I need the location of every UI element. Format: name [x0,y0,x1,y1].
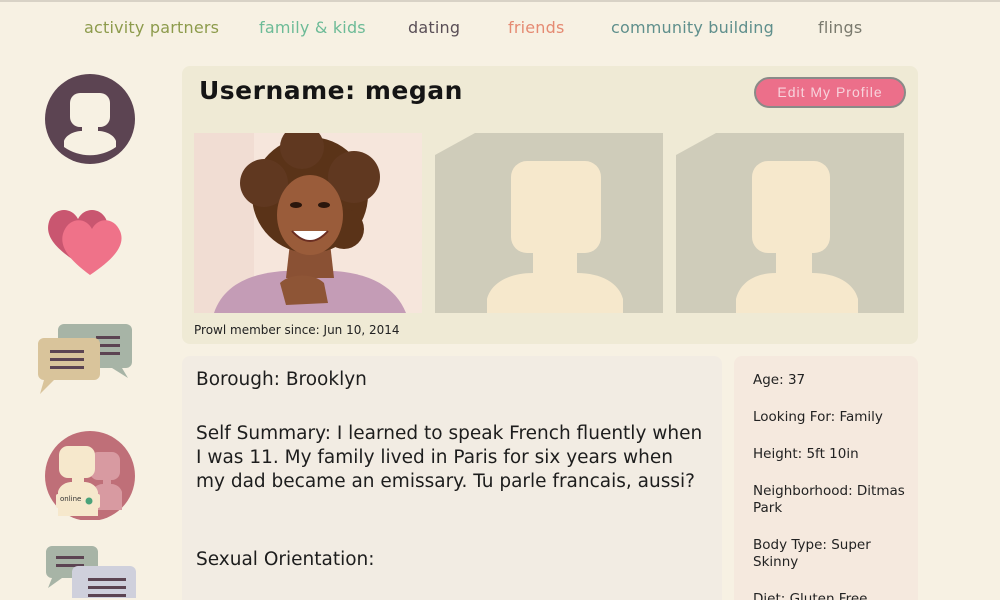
profile-icon[interactable] [44,73,136,169]
stat-body-type: Body Type: Super Skinny [753,537,871,570]
nav-friends[interactable]: friends [508,18,565,37]
nav-community-building[interactable]: community building [611,18,774,37]
messages-icon[interactable] [40,544,140,600]
top-nav: activity partners family & kids dating f… [0,18,1000,46]
orientation-text: Sexual Orientation: [196,549,375,570]
online-label: online [60,495,82,503]
online-users-icon[interactable]: online [44,430,136,524]
page-title: Username: megan [199,76,463,105]
chat-icon[interactable] [34,322,134,402]
nav-activity-partners[interactable]: activity partners [84,18,219,37]
nav-family-kids[interactable]: family & kids [259,18,366,37]
stat-neighborhood: Neighborhood: Ditmas Park [753,483,905,516]
edit-profile-button[interactable]: Edit My Profile [754,77,906,108]
profile-details-card: Borough: Brooklyn Self Summary: I learne… [182,356,722,600]
stat-age: Age: 37 [753,372,806,388]
profile-stats-card: Age: 37 Looking For: Family Height: 5ft … [734,356,918,600]
profile-header-card: Username: megan Edit My Profile Prowl me… [182,66,918,344]
nav-dating[interactable]: dating [408,18,460,37]
self-summary-text: Self Summary: I learned to speak French … [196,423,703,492]
stat-height: Height: 5ft 10in [753,446,859,462]
photo-placeholder[interactable] [435,133,663,313]
profile-photo[interactable] [194,133,422,313]
top-divider [0,0,1000,2]
borough-text: Borough: Brooklyn [196,369,367,390]
stat-looking-for: Looking For: Family [753,409,883,425]
member-since: Prowl member since: Jun 10, 2014 [194,323,400,337]
stat-diet: Diet: Gluten Free [753,591,868,600]
sidebar: online [0,60,170,600]
hearts-icon[interactable] [44,205,130,281]
nav-flings[interactable]: flings [818,18,862,37]
photo-placeholder[interactable] [676,133,904,313]
